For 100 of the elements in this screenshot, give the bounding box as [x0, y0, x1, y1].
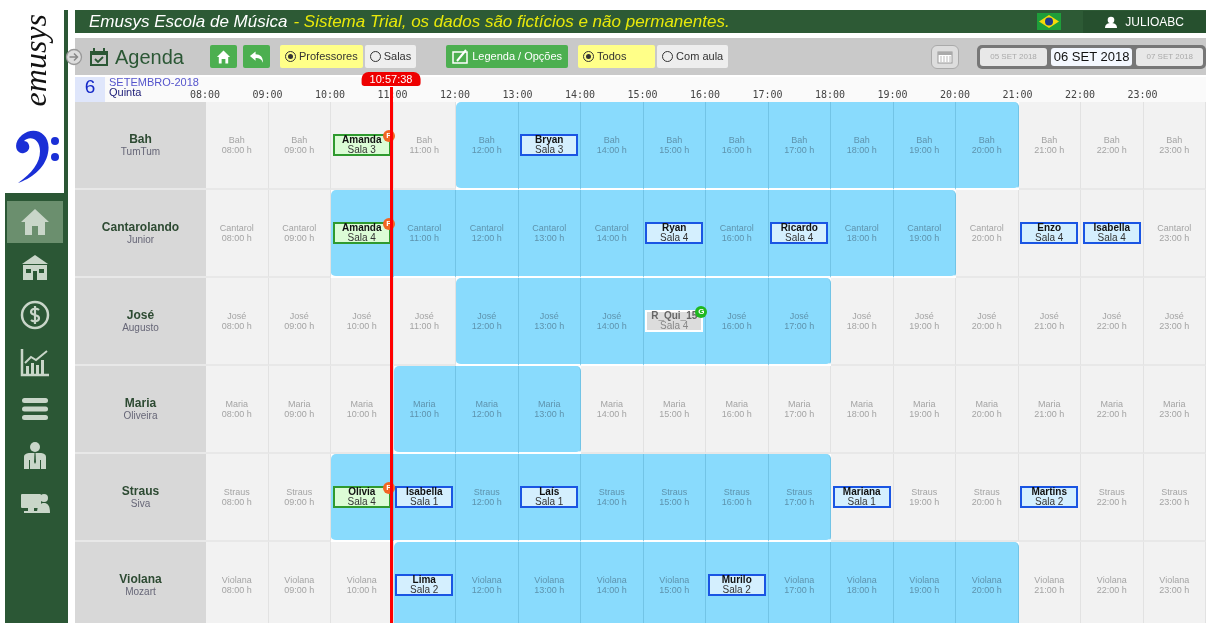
- radio-option[interactable]: Salas: [364, 45, 417, 68]
- time-slot[interactable]: José 10:00 h: [331, 278, 394, 366]
- time-slot[interactable]: Bah 11:00 h: [393, 102, 456, 190]
- time-slot[interactable]: Cantarol 18:00 h: [831, 190, 894, 278]
- time-slot[interactable]: Bah 15:00 h: [643, 102, 706, 190]
- time-slot[interactable]: Cantarol 09:00 h: [268, 190, 331, 278]
- lesson-card[interactable]: Isabella Sala 4: [1082, 222, 1141, 244]
- time-slot[interactable]: Straus 22:00 h: [1081, 454, 1144, 542]
- time-slot[interactable]: José 23:00 h: [1143, 278, 1206, 366]
- time-slot[interactable]: Cantarol 11:00 h: [393, 190, 456, 278]
- time-slot[interactable]: Straus 09:00 h: [268, 454, 331, 542]
- time-slot[interactable]: Straus 17:00 h: [768, 454, 831, 542]
- time-slot[interactable]: Maria 08:00 h: [206, 366, 269, 454]
- time-slot[interactable]: Violana 18:00 h: [831, 542, 894, 623]
- time-slot[interactable]: José 13:00 h: [518, 278, 581, 366]
- time-slot[interactable]: Bah 17:00 h: [768, 102, 831, 190]
- legend-options-button[interactable]: Legenda / Opções: [446, 45, 569, 68]
- time-slot[interactable]: Cantarol 12:00 h: [456, 190, 519, 278]
- time-slot[interactable]: Bah 19:00 h: [893, 102, 956, 190]
- time-slot[interactable]: José 08:00 h: [206, 278, 269, 366]
- time-slot[interactable]: José 12:00 h: [456, 278, 519, 366]
- date-button[interactable]: 06 SET 2018: [1050, 47, 1133, 66]
- flag-icon[interactable]: [1037, 13, 1062, 30]
- lesson-card[interactable]: Isabella Sala 1: [395, 486, 454, 508]
- time-slot[interactable]: Straus 19:00 h: [893, 454, 956, 542]
- time-slot[interactable]: Maria 10:00 h: [331, 366, 394, 454]
- home-button[interactable]: [209, 45, 237, 68]
- time-slot[interactable]: Violana 17:00 h: [768, 542, 831, 623]
- time-slot[interactable]: Maria 17:00 h: [768, 366, 831, 454]
- lesson-card[interactable]: Ryan Sala 4: [645, 222, 704, 244]
- time-slot[interactable]: Cantarol 19:00 h: [893, 190, 956, 278]
- time-slot[interactable]: Straus 15:00 h: [643, 454, 706, 542]
- time-slot[interactable]: Cantarol 23:00 h: [1143, 190, 1206, 278]
- time-slot[interactable]: Maria 09:00 h: [268, 366, 331, 454]
- time-slot[interactable]: Maria 23:00 h: [1143, 366, 1206, 454]
- time-slot[interactable]: Violana 21:00 h: [1018, 542, 1081, 623]
- lesson-card[interactable]: Lima Sala 2: [395, 574, 454, 596]
- time-slot[interactable]: Straus 16:00 h: [706, 454, 769, 542]
- time-slot[interactable]: Bah 20:00 h: [956, 102, 1019, 190]
- time-slot[interactable]: Bah 18:00 h: [831, 102, 894, 190]
- time-slot[interactable]: Violana 20:00 h: [956, 542, 1019, 623]
- time-slot[interactable]: José 18:00 h: [831, 278, 894, 366]
- time-slot[interactable]: Violana 09:00 h: [268, 542, 331, 623]
- time-slot[interactable]: Straus 14:00 h: [581, 454, 644, 542]
- time-slot[interactable]: Maria 22:00 h: [1081, 366, 1144, 454]
- time-slot[interactable]: Bah 12:00 h: [456, 102, 519, 190]
- lesson-card[interactable]: Laís Sala 1: [520, 486, 579, 508]
- time-slot[interactable]: José 16:00 h: [706, 278, 769, 366]
- time-slot[interactable]: Straus 12:00 h: [456, 454, 519, 542]
- time-slot[interactable]: Cantarol 16:00 h: [706, 190, 769, 278]
- user-menu[interactable]: JULIOABC: [1083, 10, 1206, 33]
- time-slot[interactable]: José 17:00 h: [768, 278, 831, 366]
- time-slot[interactable]: Straus 20:00 h: [956, 454, 1019, 542]
- lesson-card[interactable]: Martins Sala 2: [1020, 486, 1079, 508]
- time-slot[interactable]: José 09:00 h: [268, 278, 331, 366]
- time-slot[interactable]: Maria 18:00 h: [831, 366, 894, 454]
- time-slot[interactable]: Bah 09:00 h: [268, 102, 331, 190]
- time-slot[interactable]: Maria 15:00 h: [643, 366, 706, 454]
- time-slot[interactable]: Cantarol 13:00 h: [518, 190, 581, 278]
- time-slot[interactable]: Maria 21:00 h: [1018, 366, 1081, 454]
- time-slot[interactable]: Maria 19:00 h: [893, 366, 956, 454]
- lesson-card[interactable]: Enzo Sala 4: [1020, 222, 1079, 244]
- time-slot[interactable]: Bah 23:00 h: [1143, 102, 1206, 190]
- lesson-card[interactable]: Bryan Sala 3: [520, 134, 579, 156]
- time-slot[interactable]: Maria 14:00 h: [581, 366, 644, 454]
- time-slot[interactable]: Violana 22:00 h: [1081, 542, 1144, 623]
- time-slot[interactable]: Bah 08:00 h: [206, 102, 269, 190]
- time-slot[interactable]: Violana 14:00 h: [581, 542, 644, 623]
- time-slot[interactable]: Violana 12:00 h: [456, 542, 519, 623]
- time-slot[interactable]: Bah 14:00 h: [581, 102, 644, 190]
- time-slot[interactable]: Bah 21:00 h: [1018, 102, 1081, 190]
- time-slot[interactable]: Cantarol 20:00 h: [956, 190, 1019, 278]
- radio-option[interactable]: Com aula: [657, 45, 729, 68]
- collapse-icon[interactable]: [65, 47, 83, 66]
- time-slot[interactable]: José 11:00 h: [393, 278, 456, 366]
- time-slot[interactable]: Violana 19:00 h: [893, 542, 956, 623]
- time-slot[interactable]: José 21:00 h: [1018, 278, 1081, 366]
- radio-option[interactable]: Todos: [578, 45, 656, 68]
- time-slot[interactable]: Maria 12:00 h: [456, 366, 519, 454]
- lesson-card[interactable]: Murilo Sala 2: [707, 574, 766, 596]
- lesson-card[interactable]: Ricardo Sala 4: [770, 222, 829, 244]
- time-slot[interactable]: Straus 23:00 h: [1143, 454, 1206, 542]
- time-slot[interactable]: Maria 11:00 h: [393, 366, 456, 454]
- time-slot[interactable]: Violana 15:00 h: [643, 542, 706, 623]
- time-slot[interactable]: José 22:00 h: [1081, 278, 1144, 366]
- time-slot[interactable]: Cantarol 08:00 h: [206, 190, 269, 278]
- time-slot[interactable]: Maria 20:00 h: [956, 366, 1019, 454]
- time-slot[interactable]: Violana 23:00 h: [1143, 542, 1206, 623]
- time-slot[interactable]: Violana 13:00 h: [518, 542, 581, 623]
- time-slot[interactable]: José 20:00 h: [956, 278, 1019, 366]
- back-button[interactable]: [242, 45, 270, 68]
- lesson-card[interactable]: Mariana Sala 1: [832, 486, 891, 508]
- time-slot[interactable]: Maria 16:00 h: [706, 366, 769, 454]
- time-slot[interactable]: Straus 08:00 h: [206, 454, 269, 542]
- time-slot[interactable]: Maria 13:00 h: [518, 366, 581, 454]
- time-slot[interactable]: José 19:00 h: [893, 278, 956, 366]
- time-slot[interactable]: Cantarol 14:00 h: [581, 190, 644, 278]
- time-slot[interactable]: Violana 10:00 h: [331, 542, 394, 623]
- time-slot[interactable]: Violana 08:00 h: [206, 542, 269, 623]
- time-slot[interactable]: José 14:00 h: [581, 278, 644, 366]
